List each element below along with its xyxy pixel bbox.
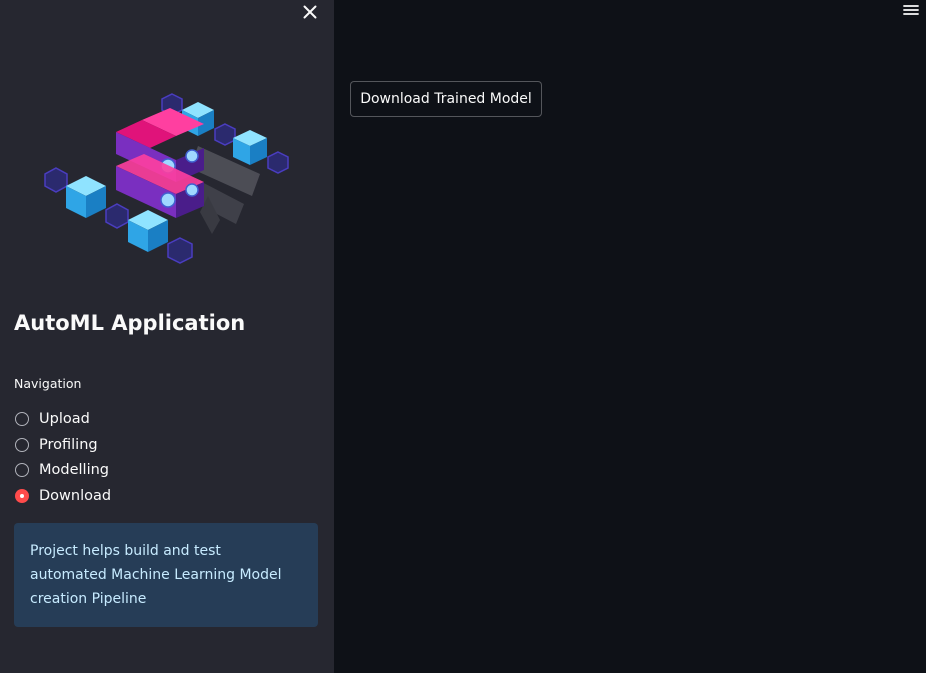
navigation-label: Navigation bbox=[14, 376, 82, 391]
close-icon bbox=[303, 5, 317, 19]
close-sidebar-button[interactable] bbox=[300, 2, 320, 22]
navigation-radio-group: Upload Profiling Modelling Download bbox=[15, 406, 111, 509]
hamburger-menu-icon bbox=[903, 5, 919, 15]
radio-checked-icon[interactable] bbox=[15, 488, 29, 503]
radio-unchecked-icon[interactable] bbox=[15, 463, 29, 478]
app-title: AutoML Application bbox=[14, 311, 246, 335]
info-box: Project helps build and test automated M… bbox=[14, 523, 318, 627]
radio-unchecked-icon[interactable] bbox=[15, 411, 29, 426]
nav-option-upload[interactable]: Upload bbox=[15, 406, 111, 432]
download-trained-model-button[interactable]: Download Trained Model bbox=[350, 81, 542, 117]
nav-option-label[interactable]: Download bbox=[39, 488, 111, 504]
server-stack bbox=[116, 108, 204, 218]
radio-unchecked-icon[interactable] bbox=[15, 437, 29, 452]
info-text: Project helps build and test automated M… bbox=[30, 543, 282, 607]
nav-option-modelling[interactable]: Modelling bbox=[15, 457, 111, 483]
nav-option-label[interactable]: Modelling bbox=[39, 462, 109, 478]
nav-option-label[interactable]: Profiling bbox=[39, 437, 98, 453]
app-root: AutoML Application Navigation Upload Pro… bbox=[0, 0, 926, 673]
main-menu-button[interactable] bbox=[902, 2, 922, 18]
nav-option-download[interactable]: Download bbox=[15, 483, 111, 509]
nav-option-profiling[interactable]: Profiling bbox=[15, 432, 111, 458]
sidebar: AutoML Application Navigation Upload Pro… bbox=[0, 0, 334, 673]
hero-illustration bbox=[44, 93, 289, 264]
nav-option-label[interactable]: Upload bbox=[39, 411, 90, 427]
